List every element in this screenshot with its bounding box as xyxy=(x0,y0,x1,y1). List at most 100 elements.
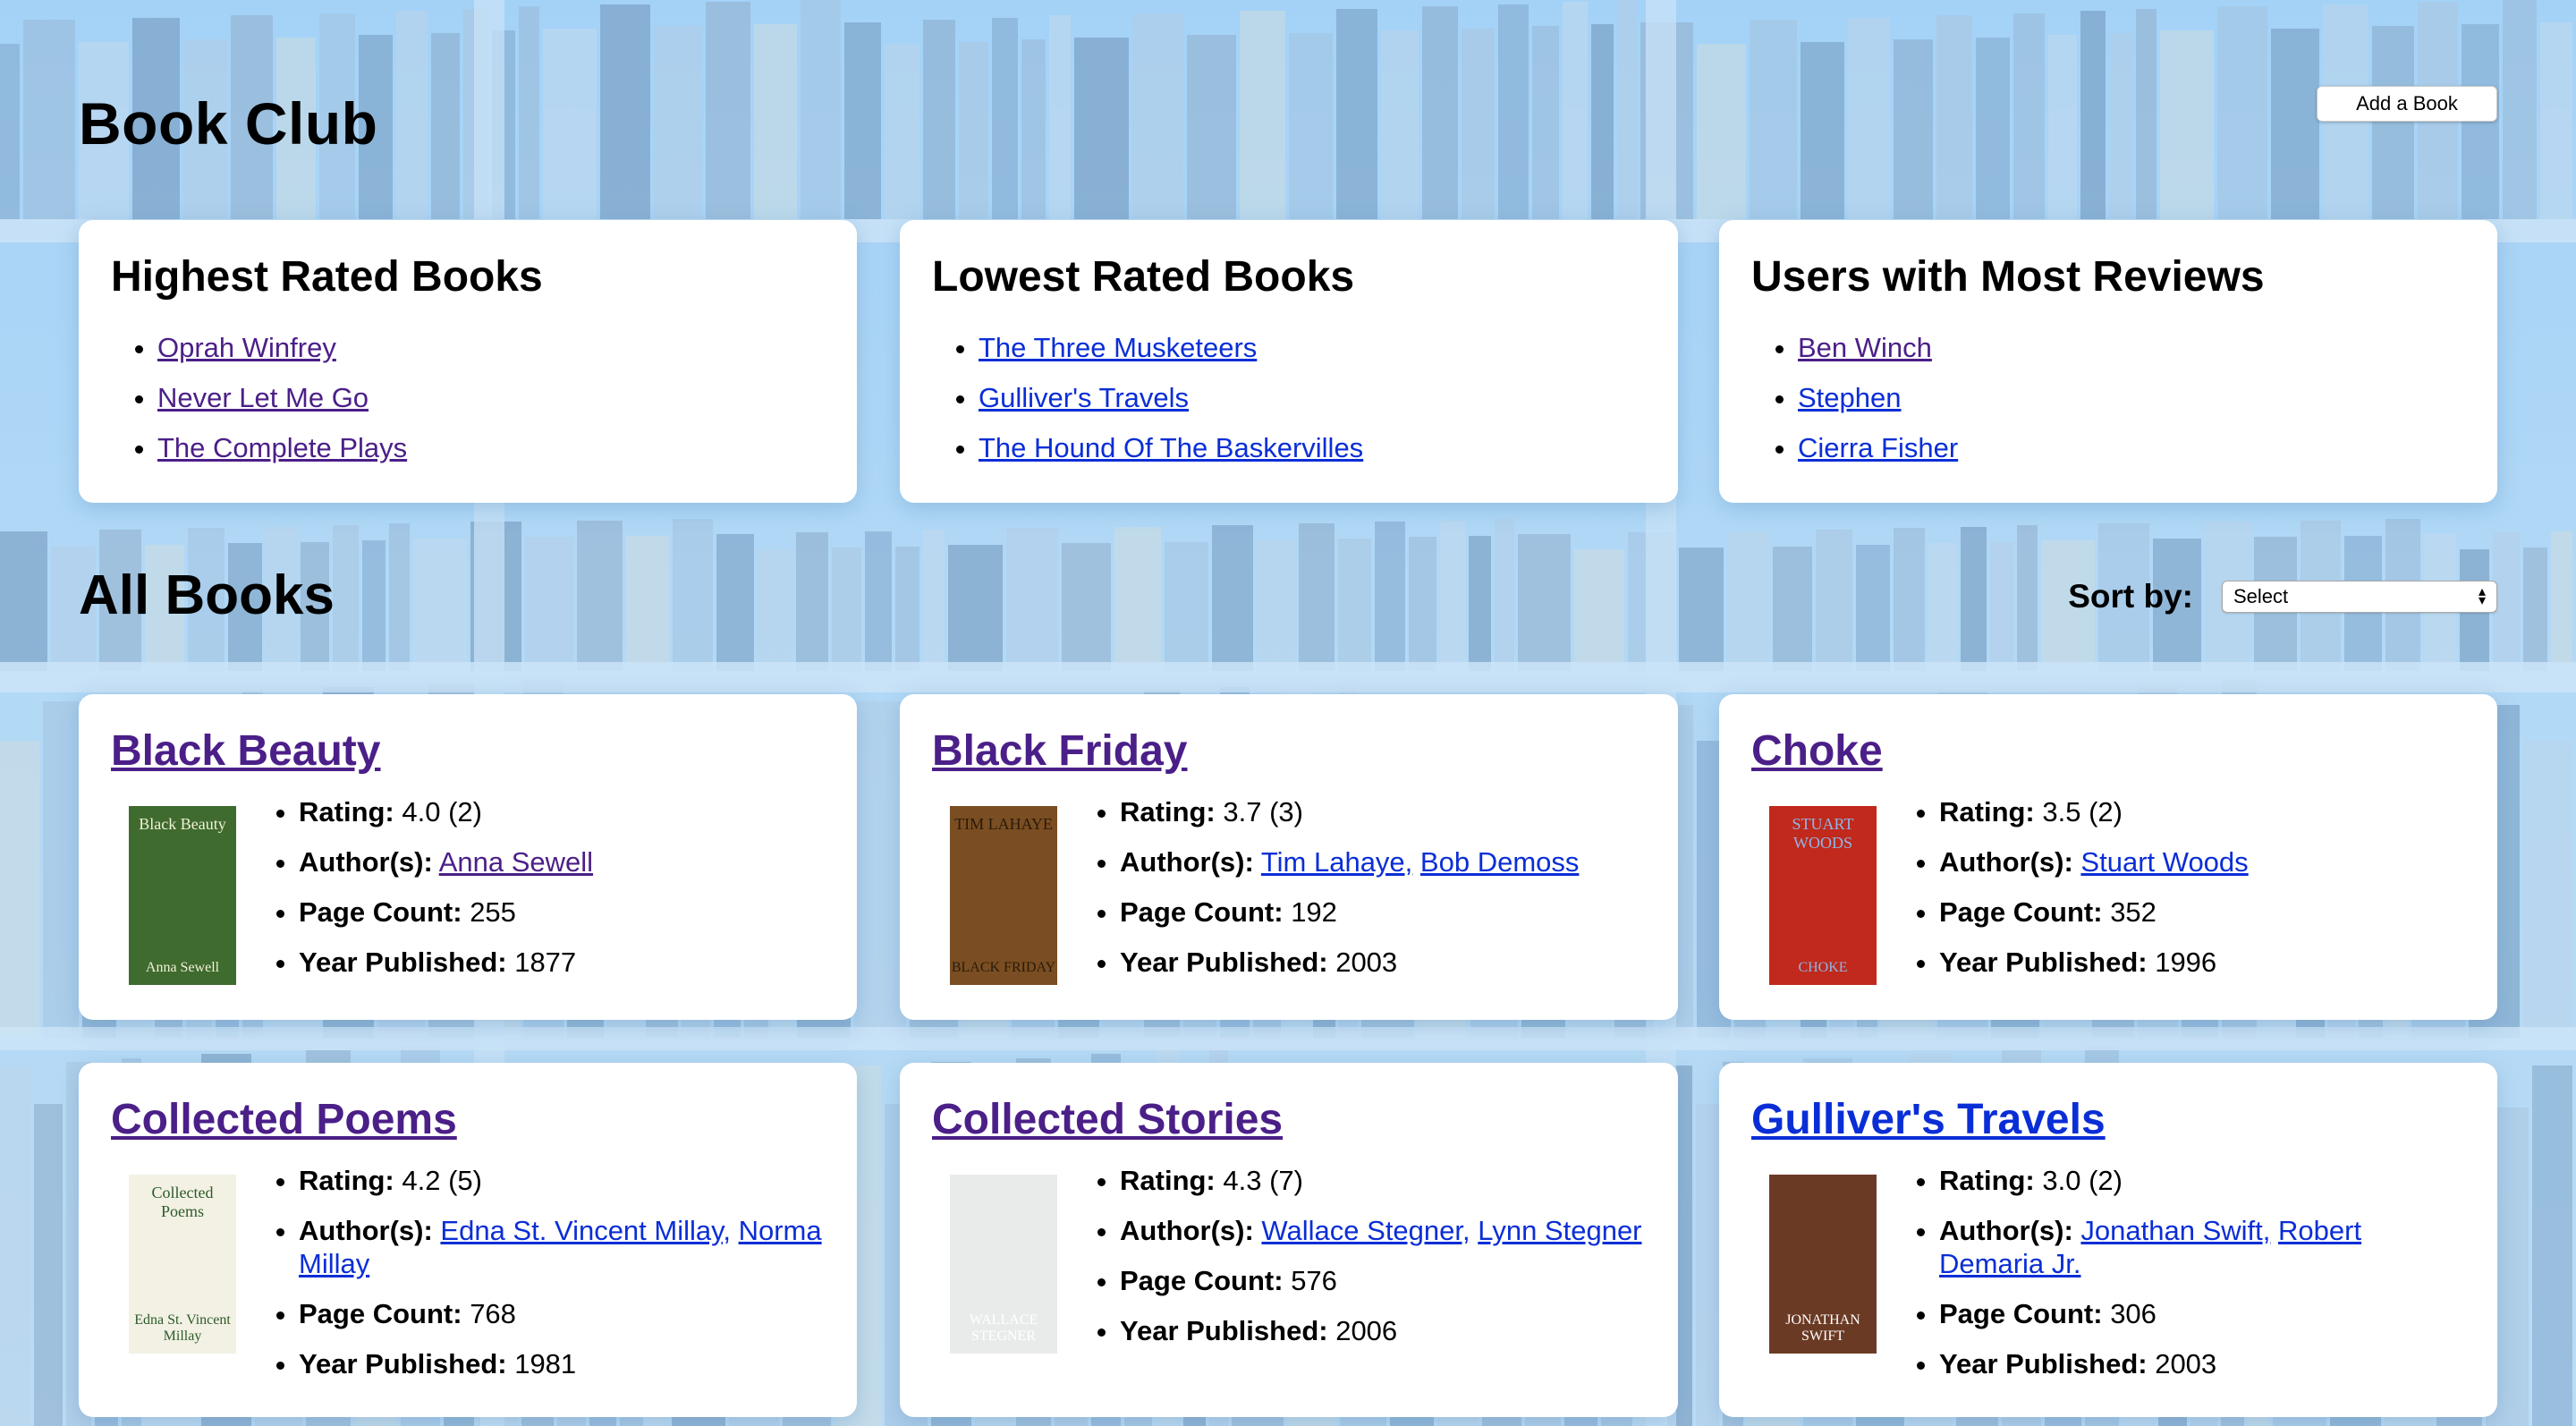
field-label: Page Count: xyxy=(299,896,462,928)
author-link[interactable]: Wallace Stegner, xyxy=(1261,1215,1470,1246)
year-row: Year Published: 1877 xyxy=(299,946,593,979)
book-link[interactable]: The Hound Of The Baskervilles xyxy=(979,432,1363,463)
field-label: Year Published: xyxy=(1939,946,2148,978)
author-link[interactable]: Tim Lahaye, xyxy=(1261,846,1412,878)
field-label: Page Count: xyxy=(1939,896,2103,928)
page-count-row: Page Count: 576 xyxy=(1120,1264,1642,1297)
list-item: Ben Winch xyxy=(1798,323,2465,373)
book-title-link[interactable]: Choke xyxy=(1751,727,1883,775)
add-book-button[interactable]: Add a Book xyxy=(2317,86,2497,122)
field-label: Page Count: xyxy=(1120,1265,1284,1296)
book-title-link[interactable]: Black Beauty xyxy=(111,727,380,775)
list-item: Oprah Winfrey xyxy=(157,323,825,373)
book-link[interactable]: The Complete Plays xyxy=(157,432,407,463)
rating-value: 4.2 (5) xyxy=(402,1165,482,1196)
rating-row: Rating: 3.7 (3) xyxy=(1120,795,1579,828)
field-label: Rating: xyxy=(1939,796,2035,828)
book-title-link[interactable]: Black Friday xyxy=(932,727,1187,775)
user-link[interactable]: Ben Winch xyxy=(1798,332,1932,363)
rating-row: Rating: 4.2 (5) xyxy=(299,1164,825,1197)
card-title: Lowest Rated Books xyxy=(932,253,1355,301)
book-cover-image: JONATHAN SWIFT xyxy=(1769,1175,1877,1354)
year-value: 1981 xyxy=(514,1348,577,1379)
cover-text: WALLACE STEGNER xyxy=(969,1312,1038,1344)
authors-row: Author(s): Tim Lahaye, Bob Demoss xyxy=(1120,845,1579,879)
sort-selected-value: Select xyxy=(2233,585,2289,607)
book-details: Rating: 4.0 (2) Author(s): Anna Sewell P… xyxy=(254,795,593,996)
cover-text: STUART WOODS xyxy=(1792,815,1854,852)
book-title-link[interactable]: Collected Stories xyxy=(932,1096,1283,1143)
book-card: Collected Stories WALLACE STEGNER Rating… xyxy=(900,1063,1678,1417)
field-label: Year Published: xyxy=(1120,1315,1328,1346)
page-count-row: Page Count: 352 xyxy=(1939,895,2249,929)
book-details: Rating: 3.5 (2) Author(s): Stuart Woods … xyxy=(1894,795,2249,996)
field-label: Rating: xyxy=(1120,1165,1216,1196)
book-link[interactable]: Never Let Me Go xyxy=(157,382,369,413)
author-link[interactable]: Edna St. Vincent Millay, xyxy=(440,1215,731,1246)
book-title-link[interactable]: Gulliver's Travels xyxy=(1751,1096,2106,1143)
cover-text: TIM LAHAYE xyxy=(954,815,1053,833)
field-label: Page Count: xyxy=(1120,896,1284,928)
user-link[interactable]: Cierra Fisher xyxy=(1798,432,1958,463)
year-value: 1996 xyxy=(2155,946,2217,978)
book-cover-image: WALLACE STEGNER xyxy=(950,1175,1057,1354)
rating-value: 4.0 (2) xyxy=(402,796,482,828)
sort-select[interactable]: Select ▴ ▾ xyxy=(2222,581,2497,613)
cover-text: BLACK FRIDAY xyxy=(951,960,1056,975)
book-link[interactable]: Gulliver's Travels xyxy=(979,382,1189,413)
book-cover-image: STUART WOODS CHOKE xyxy=(1769,806,1877,985)
user-link[interactable]: Stephen xyxy=(1798,382,1902,413)
book-link[interactable]: Oprah Winfrey xyxy=(157,332,336,363)
book-card: Choke STUART WOODS CHOKE Rating: 3.5 (2)… xyxy=(1719,694,2497,1020)
field-label: Rating: xyxy=(1120,796,1216,828)
field-label: Rating: xyxy=(299,1165,394,1196)
author-link[interactable]: Lynn Stegner xyxy=(1478,1215,1641,1246)
author-link[interactable]: Anna Sewell xyxy=(439,846,593,878)
cover-text: CHOKE xyxy=(1798,960,1848,975)
field-label: Page Count: xyxy=(299,1298,462,1329)
book-card: Black Beauty Black Beauty Anna Sewell Ra… xyxy=(79,694,857,1020)
page-count-value: 192 xyxy=(1291,896,1337,928)
field-label: Year Published: xyxy=(1939,1348,2148,1379)
page-count-value: 255 xyxy=(470,896,516,928)
book-details: Rating: 4.3 (7) Author(s): Wallace Stegn… xyxy=(1075,1164,1642,1364)
field-label: Year Published: xyxy=(299,946,507,978)
cover-text: Edna St. Vincent Millay xyxy=(134,1312,231,1344)
card-title: Highest Rated Books xyxy=(111,253,543,301)
book-link[interactable]: The Three Musketeers xyxy=(979,332,1257,363)
page-count-value: 576 xyxy=(1291,1265,1337,1296)
book-cover-image: Black Beauty Anna Sewell xyxy=(129,806,236,985)
field-label: Year Published: xyxy=(1120,946,1328,978)
book-card: Gulliver's Travels JONATHAN SWIFT Rating… xyxy=(1719,1063,2497,1417)
author-link[interactable]: Bob Demoss xyxy=(1420,846,1579,878)
page-count-row: Page Count: 255 xyxy=(299,895,593,929)
book-card: Black Friday TIM LAHAYE BLACK FRIDAY Rat… xyxy=(900,694,1678,1020)
list-item: Stephen xyxy=(1798,373,2465,423)
list-item: The Complete Plays xyxy=(157,423,825,473)
page-count-row: Page Count: 192 xyxy=(1120,895,1579,929)
cover-text: Anna Sewell xyxy=(145,960,220,975)
select-arrows-icon: ▴ ▾ xyxy=(2478,584,2486,608)
lowest-rated-list: The Three Musketeers Gulliver's Travels … xyxy=(932,323,1646,473)
year-value: 2006 xyxy=(1335,1315,1398,1346)
authors-row: Author(s): Anna Sewell xyxy=(299,845,593,879)
rating-row: Rating: 3.5 (2) xyxy=(1939,795,2249,828)
book-cover-image: Collected Poems Edna St. Vincent Millay xyxy=(129,1175,236,1354)
year-row: Year Published: 2003 xyxy=(1120,946,1579,979)
most-reviews-card: Users with Most Reviews Ben Winch Stephe… xyxy=(1719,220,2497,503)
list-item: The Hound Of The Baskervilles xyxy=(979,423,1646,473)
cover-text: Collected Poems xyxy=(151,1184,214,1220)
author-link[interactable]: Stuart Woods xyxy=(2080,846,2248,878)
authors-row: Author(s): Stuart Woods xyxy=(1939,845,2249,879)
rating-value: 3.5 (2) xyxy=(2042,796,2123,828)
book-cover-image: TIM LAHAYE BLACK FRIDAY xyxy=(950,806,1057,985)
author-link[interactable]: Jonathan Swift, xyxy=(2080,1215,2270,1246)
lowest-rated-card: Lowest Rated Books The Three Musketeers … xyxy=(900,220,1678,503)
book-card: Collected Poems Collected Poems Edna St.… xyxy=(79,1063,857,1417)
field-label: Author(s): xyxy=(1939,1215,2073,1246)
list-item: Cierra Fisher xyxy=(1798,423,2465,473)
authors-row: Author(s): Edna St. Vincent Millay, Norm… xyxy=(299,1214,825,1280)
cover-text: JONATHAN SWIFT xyxy=(1785,1312,1860,1344)
book-title-link[interactable]: Collected Poems xyxy=(111,1096,457,1143)
field-label: Rating: xyxy=(1939,1165,2035,1196)
